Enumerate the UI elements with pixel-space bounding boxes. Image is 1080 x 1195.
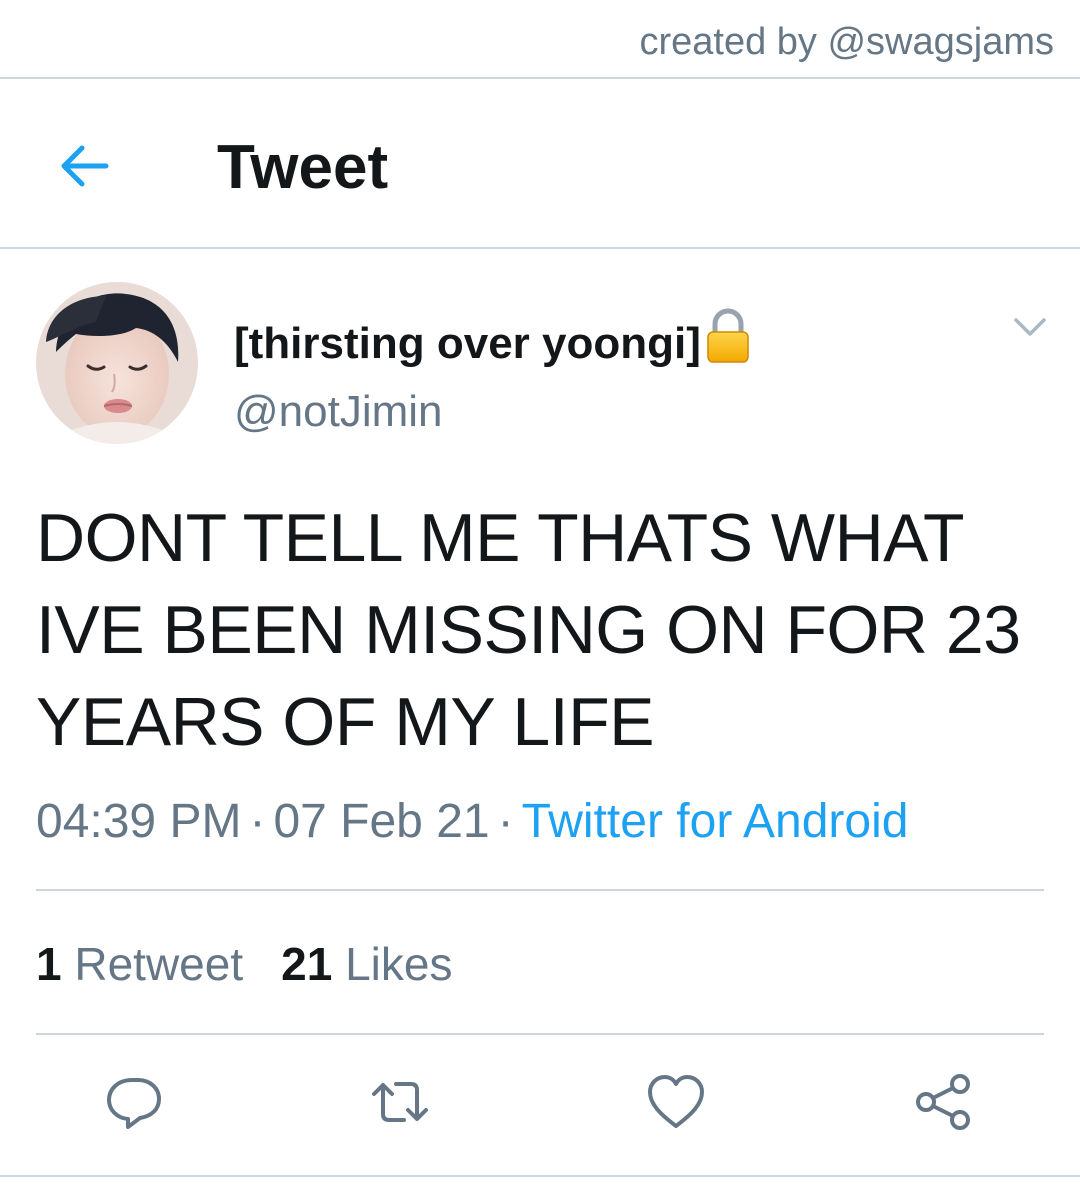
- tweet-date: 07 Feb 21: [273, 795, 490, 848]
- likes-label: Likes: [345, 938, 453, 990]
- bottom-divider: [0, 1175, 1080, 1177]
- tweet-stats: 1 Retweet 21 Likes: [36, 934, 452, 994]
- meta-separator: ·: [249, 795, 266, 848]
- top-divider: [0, 77, 1080, 79]
- page-title: Tweet: [217, 133, 389, 202]
- credit-text: created by @swagsjams: [639, 21, 1054, 63]
- likes-stat[interactable]: 21 Likes: [281, 938, 452, 990]
- like-button[interactable]: [646, 1072, 706, 1132]
- arrow-left-icon: [61, 145, 109, 187]
- avatar-image: [36, 282, 198, 444]
- reply-button[interactable]: [104, 1072, 164, 1132]
- heart-icon: [648, 1075, 704, 1128]
- share-button[interactable]: [914, 1072, 974, 1132]
- likes-count: 21: [281, 938, 333, 990]
- lock-icon: [707, 308, 749, 363]
- share-icon: [916, 1074, 970, 1130]
- tweet-meta: 04:39 PM · 07 Feb 21 · Twitter for Android: [36, 792, 908, 852]
- tweet-source-link[interactable]: Twitter for Android: [522, 795, 909, 848]
- tweet-text: DONT TELL ME THATS WHAT IVE BEEN MISSING…: [36, 500, 1021, 760]
- stats-divider: [36, 1033, 1044, 1035]
- meta-divider: [36, 889, 1044, 891]
- chevron-down-icon: [1014, 318, 1046, 336]
- retweets-stat[interactable]: 1 Retweet: [36, 938, 243, 990]
- retweets-count: 1: [36, 938, 62, 990]
- reply-icon: [107, 1078, 161, 1129]
- avatar[interactable]: [36, 282, 198, 444]
- tweet-options-button[interactable]: [1012, 312, 1048, 340]
- tweet-time: 04:39 PM: [36, 795, 242, 848]
- user-handle[interactable]: @notJimin: [234, 384, 443, 440]
- display-name[interactable]: [thirsting over yoongi]: [234, 306, 751, 372]
- retweet-button[interactable]: [370, 1072, 430, 1132]
- header-divider: [0, 247, 1080, 249]
- display-name-text: [thirsting over yoongi]: [234, 319, 701, 368]
- retweets-label: Retweet: [74, 938, 244, 990]
- meta-separator: ·: [497, 795, 514, 848]
- retweet-icon: [372, 1082, 428, 1122]
- back-button[interactable]: [56, 138, 112, 194]
